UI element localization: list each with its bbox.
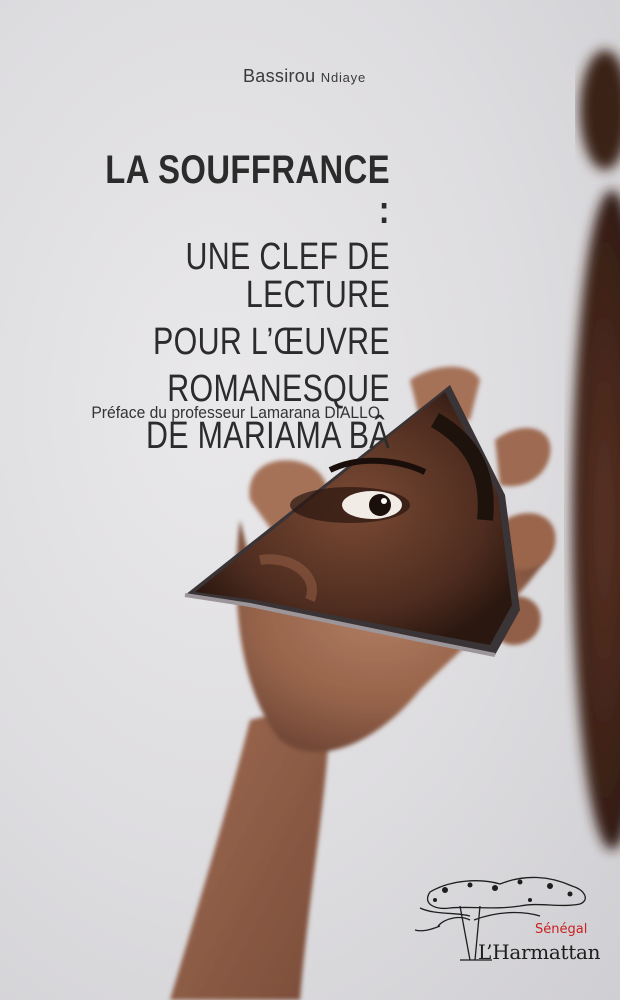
preface-credit: Préface du professeur Lamarana DIALLO (91, 403, 380, 422)
publisher-region: Sénégal (535, 922, 588, 937)
publisher-name: L’Harmattan (478, 940, 601, 964)
publisher-logo: Sénégal L’Harmattan (400, 860, 610, 970)
author-name: Bassirou Ndiaye (243, 66, 366, 87)
title-line-1: UNE CLEF DE LECTURE (185, 236, 390, 316)
author-family-name: Ndiaye (320, 70, 367, 85)
book-cover: Bassirou Ndiaye LA SOUFFRANCE : UNE CLEF… (0, 0, 620, 1000)
author-given-name: Bassirou (243, 66, 316, 86)
title-main-line: LA SOUFFRANCE : (105, 148, 391, 232)
title-line-2: POUR L’ŒUVRE (153, 321, 390, 363)
